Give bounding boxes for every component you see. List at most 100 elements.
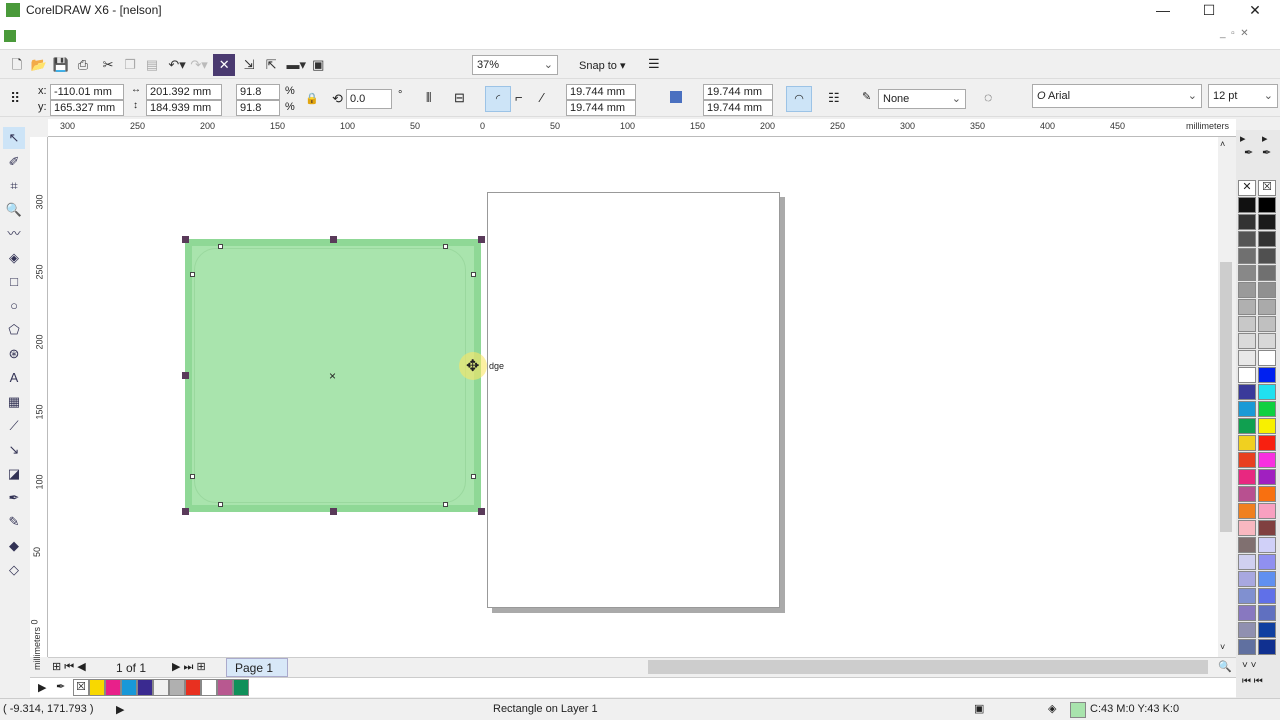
connector-tool-icon[interactable]: ↘ <box>3 439 25 461</box>
document-color-swatch[interactable] <box>137 679 153 696</box>
document-color-swatch[interactable] <box>233 679 249 696</box>
drawing-canvas[interactable]: × ✥ dge <box>48 137 1218 657</box>
document-color-swatch[interactable] <box>153 679 169 696</box>
pick-tool-icon[interactable]: ↖ <box>3 127 25 149</box>
horizontal-scrollbar[interactable] <box>648 660 1208 674</box>
vertical-scrollbar[interactable]: ˄ ˅ <box>1218 137 1234 657</box>
corner-node[interactable] <box>443 502 448 507</box>
color-swatch[interactable] <box>1258 333 1276 349</box>
selection-handle[interactable] <box>330 236 337 243</box>
save-icon[interactable]: 💾 <box>50 54 72 76</box>
scale-y-input[interactable]: 91.8 <box>236 100 280 116</box>
color-swatch[interactable] <box>1258 299 1276 315</box>
search-content-icon[interactable]: ✕ <box>213 54 236 76</box>
interactive-fill-icon[interactable]: ◇ <box>3 559 25 581</box>
mirror-horizontal-icon[interactable]: ⫴ <box>426 90 431 106</box>
color-swatch[interactable] <box>1238 639 1256 655</box>
vertical-scroll-thumb[interactable] <box>1220 262 1232 532</box>
reference-point-icon[interactable]: ⠿ <box>10 90 20 107</box>
color-swatch[interactable] <box>1258 639 1276 655</box>
color-proof-icon[interactable]: ▣ <box>974 702 984 715</box>
color-swatch[interactable] <box>1238 520 1256 536</box>
color-swatch[interactable] <box>1258 316 1276 332</box>
no-color-swatch[interactable]: ☒ <box>1258 180 1276 196</box>
print-icon[interactable]: ⎙ <box>72 54 94 76</box>
zoom-tool-icon[interactable]: 🔍 <box>3 199 25 221</box>
selection-handle[interactable] <box>478 236 485 243</box>
color-swatch[interactable] <box>1258 197 1276 213</box>
color-swatch[interactable] <box>1258 367 1276 383</box>
selection-handle[interactable] <box>330 508 337 515</box>
color-swatch[interactable] <box>1238 316 1256 332</box>
import-icon[interactable]: ⇲ <box>238 54 260 76</box>
x-position-input[interactable]: -110.01 mm <box>50 84 124 100</box>
ellipse-tool-icon[interactable]: ○ <box>3 295 25 317</box>
color-swatch[interactable] <box>1258 469 1276 485</box>
publish-pdf-icon[interactable]: ▬▾ <box>285 54 307 76</box>
round-corner-icon[interactable]: ◜ <box>485 86 511 112</box>
corner-node[interactable] <box>190 272 195 277</box>
corner-node[interactable] <box>443 244 448 249</box>
color-swatch[interactable] <box>1258 554 1276 570</box>
corner-radius-top-left[interactable]: 19.744 mm <box>566 84 636 100</box>
palette-scroll-icon[interactable]: ▸ <box>1240 132 1246 145</box>
color-swatch[interactable] <box>1238 537 1256 553</box>
mirror-vertical-icon[interactable]: ⊟ <box>454 90 465 106</box>
color-swatch[interactable] <box>1238 350 1256 366</box>
color-swatch[interactable] <box>1238 197 1256 213</box>
export-icon[interactable]: ⇱ <box>260 54 282 76</box>
text-tool-icon[interactable]: A <box>3 367 25 389</box>
color-swatch[interactable] <box>1238 486 1256 502</box>
expand-status-icon[interactable]: ▶ <box>116 703 124 716</box>
color-swatch[interactable] <box>1238 248 1256 264</box>
outline-tool-icon[interactable]: ✎ <box>3 511 25 533</box>
wrap-text-icon[interactable]: ☷ <box>828 90 840 106</box>
width-input[interactable]: 201.392 mm <box>146 84 222 100</box>
polygon-tool-icon[interactable]: ⬠ <box>3 319 25 341</box>
open-icon[interactable]: 📂 <box>28 54 50 76</box>
no-color-swatch[interactable]: ✕ <box>1238 180 1256 196</box>
vertical-ruler[interactable]: 300 250 200 150 100 50 0 <box>30 137 48 657</box>
corner-node[interactable] <box>471 474 476 479</box>
corner-node[interactable] <box>218 502 223 507</box>
crop-tool-icon[interactable]: ⌗ <box>3 175 25 197</box>
rotation-input[interactable]: 0.0 <box>346 89 392 109</box>
document-color-swatch[interactable] <box>105 679 121 696</box>
color-swatch[interactable] <box>1258 282 1276 298</box>
close-button[interactable]: ✕ <box>1232 0 1278 22</box>
selection-handle[interactable] <box>182 508 189 515</box>
color-swatch[interactable] <box>1258 350 1276 366</box>
scale-x-input[interactable]: 91.8 <box>236 84 280 100</box>
mdi-controls[interactable]: _ ▫ ✕ <box>1220 28 1249 39</box>
color-swatch[interactable] <box>1238 435 1256 451</box>
convert-to-curves-icon[interactable]: ◌ <box>984 89 992 105</box>
color-swatch[interactable] <box>1238 605 1256 621</box>
options-icon[interactable]: ☰ <box>648 56 660 72</box>
lock-corners-icon[interactable] <box>670 91 682 103</box>
new-icon[interactable]: 🗋 <box>6 54 28 76</box>
color-swatch[interactable] <box>1258 384 1276 400</box>
redo-icon[interactable]: ↷▾ <box>188 54 210 76</box>
chamfered-corner-icon[interactable]: ⁄ <box>541 90 543 105</box>
snap-to-button[interactable]: Snap to ▾ <box>579 59 626 72</box>
scroll-down-icon[interactable]: ˅ <box>1220 642 1225 652</box>
color-swatch[interactable] <box>1258 248 1276 264</box>
color-swatch[interactable] <box>1258 503 1276 519</box>
blend-tool-icon[interactable]: ◪ <box>3 463 25 485</box>
color-swatch[interactable] <box>1238 452 1256 468</box>
page-nav-controls-next[interactable]: ▶ ⏭ ⊞ <box>172 660 206 674</box>
rectangle-tool-icon[interactable]: □ <box>3 271 25 293</box>
undo-icon[interactable]: ↶▾ <box>166 54 188 76</box>
document-color-swatch[interactable] <box>217 679 233 696</box>
fill-color-swatch[interactable] <box>1070 702 1086 718</box>
color-swatch[interactable] <box>1238 588 1256 604</box>
shape-tool-icon[interactable]: ✐ <box>3 151 25 173</box>
smart-fill-icon[interactable]: ◈ <box>3 247 25 269</box>
font-select[interactable]: O Arial ⌄ <box>1032 84 1202 108</box>
palette-flyout-icon[interactable]: ⏮ ⏮ <box>1242 676 1263 687</box>
color-swatch[interactable] <box>1238 299 1256 315</box>
scroll-up-icon[interactable]: ˄ <box>1220 139 1225 149</box>
color-swatch[interactable] <box>1258 588 1276 604</box>
color-swatch[interactable] <box>1258 520 1276 536</box>
outline-width-select[interactable]: None ⌄ <box>878 89 966 109</box>
